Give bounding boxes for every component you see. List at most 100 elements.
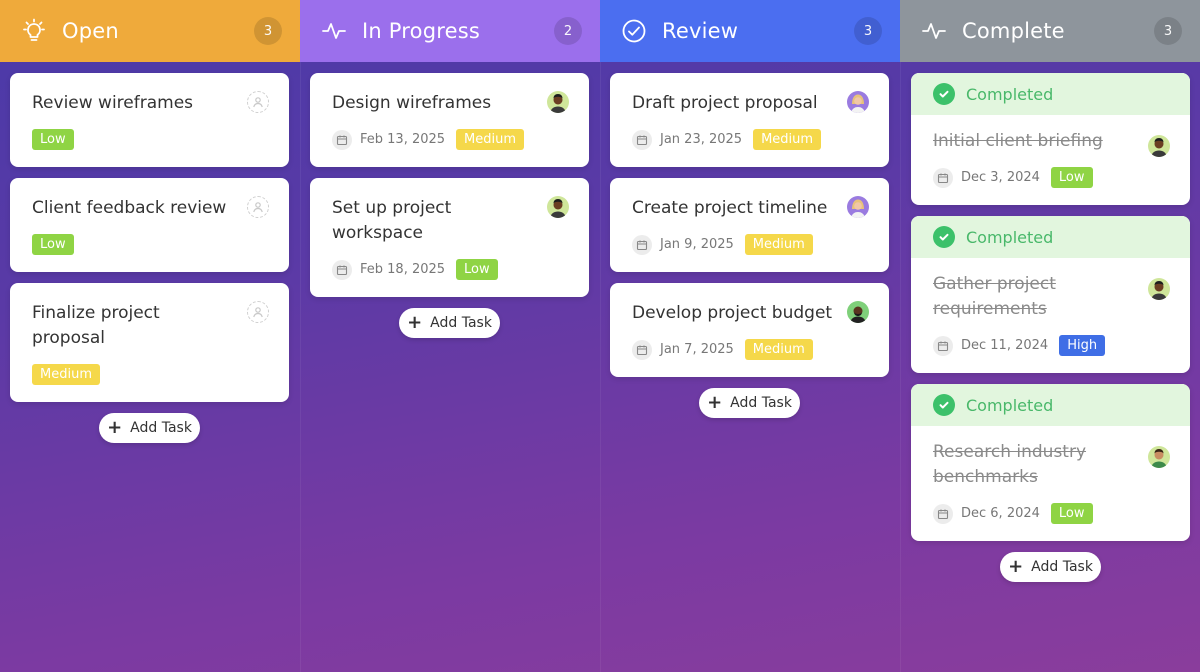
task-title: Finalize project proposal xyxy=(32,303,160,348)
task-card[interactable]: Completed Gather project requirements De… xyxy=(911,216,1190,373)
add-task-button[interactable]: + Add Task xyxy=(1000,552,1101,582)
plus-icon: + xyxy=(707,392,723,413)
column-header-complete[interactable]: Complete 3 xyxy=(900,0,1200,62)
user-avatar[interactable] xyxy=(847,196,869,218)
due-date: Dec 6, 2024 xyxy=(961,506,1040,521)
column-in-progress: In Progress 2 Design wireframes Feb 13, … xyxy=(300,0,600,672)
priority-badge: Low xyxy=(32,234,74,255)
calendar-icon xyxy=(933,503,953,524)
plus-icon: + xyxy=(107,417,123,438)
user-avatar[interactable] xyxy=(847,301,869,323)
unassigned-avatar-icon[interactable] xyxy=(247,91,269,113)
due-date: Feb 18, 2025 xyxy=(360,262,446,277)
plus-icon: + xyxy=(407,312,423,333)
calendar-icon xyxy=(933,335,953,356)
column-count-badge: 2 xyxy=(554,17,582,45)
column-divider xyxy=(900,62,901,672)
column-review: Review 3 Draft project proposal Jan 23, … xyxy=(600,0,900,672)
due-date: Jan 9, 2025 xyxy=(660,237,734,252)
unassigned-avatar-icon[interactable] xyxy=(247,301,269,323)
completed-banner: Completed xyxy=(911,73,1190,115)
task-card[interactable]: Design wireframes Feb 13, 2025 Medium xyxy=(310,73,589,167)
task-title: Develop project budget xyxy=(632,303,833,323)
user-avatar[interactable] xyxy=(1148,278,1170,300)
user-avatar[interactable] xyxy=(847,91,869,113)
add-task-label: Add Task xyxy=(730,395,792,411)
kanban-board: Open 3 Review wireframes Low Client feed… xyxy=(0,0,1200,672)
column-title: Complete xyxy=(962,19,1065,43)
task-card[interactable]: Completed Initial client briefing Dec 3,… xyxy=(911,73,1190,205)
task-card[interactable]: Finalize project proposal Medium xyxy=(10,283,289,402)
priority-badge: Medium xyxy=(456,129,525,150)
column-divider xyxy=(300,62,301,672)
task-title: Create project timeline xyxy=(632,198,828,218)
completed-banner: Completed xyxy=(911,384,1190,426)
task-title: Design wireframes xyxy=(332,93,492,113)
column-title: In Progress xyxy=(362,19,480,43)
priority-badge: Medium xyxy=(744,339,813,360)
add-task-label: Add Task xyxy=(430,315,492,331)
add-task-button[interactable]: + Add Task xyxy=(699,388,800,418)
activity-icon xyxy=(920,17,948,45)
priority-badge: Low xyxy=(1050,167,1093,188)
check-circle-icon xyxy=(933,83,955,105)
task-card[interactable]: Develop project budget Jan 7, 2025 Mediu… xyxy=(610,283,889,377)
task-card[interactable]: Draft project proposal Jan 23, 2025 Medi… xyxy=(610,73,889,167)
column-open: Open 3 Review wireframes Low Client feed… xyxy=(0,0,300,672)
calendar-icon xyxy=(632,234,652,255)
column-title: Open xyxy=(62,19,119,43)
task-title: Gather project requirements xyxy=(933,274,1056,319)
task-card[interactable]: Completed Research industry benchmarks D… xyxy=(911,384,1190,541)
add-task-label: Add Task xyxy=(130,420,192,436)
plus-icon: + xyxy=(1008,556,1024,577)
column-count-badge: 3 xyxy=(254,17,282,45)
task-card[interactable]: Set up project workspace Feb 18, 2025 Lo… xyxy=(310,178,589,297)
task-title: Set up project workspace xyxy=(332,198,452,243)
task-title: Client feedback review xyxy=(32,198,227,218)
priority-badge: Low xyxy=(1050,503,1093,524)
unassigned-avatar-icon[interactable] xyxy=(247,196,269,218)
user-avatar[interactable] xyxy=(1148,135,1170,157)
priority-badge: Low xyxy=(456,259,498,280)
add-task-button[interactable]: + Add Task xyxy=(99,413,200,443)
check-circle-icon xyxy=(933,226,955,248)
priority-badge: Low xyxy=(32,129,74,150)
task-title: Review wireframes xyxy=(32,93,194,113)
task-title: Research industry benchmarks xyxy=(933,442,1087,487)
due-date: Jan 23, 2025 xyxy=(660,132,743,147)
column-header-review[interactable]: Review 3 xyxy=(600,0,900,62)
task-card[interactable]: Review wireframes Low xyxy=(10,73,289,167)
column-complete: Complete 3 Completed Initial client brie… xyxy=(900,0,1200,672)
column-header-open[interactable]: Open 3 xyxy=(0,0,300,62)
user-avatar[interactable] xyxy=(547,196,569,218)
completed-label: Completed xyxy=(966,395,1054,415)
column-divider xyxy=(600,62,601,672)
column-title: Review xyxy=(662,19,739,43)
add-task-label: Add Task xyxy=(1031,559,1093,575)
column-count-badge: 3 xyxy=(1154,17,1182,45)
task-title: Initial client briefing xyxy=(933,131,1103,151)
due-date: Dec 11, 2024 xyxy=(961,338,1049,353)
task-title: Draft project proposal xyxy=(632,93,818,113)
due-date: Feb 13, 2025 xyxy=(360,132,446,147)
column-count-badge: 3 xyxy=(854,17,882,45)
completed-label: Completed xyxy=(966,84,1054,104)
due-date: Dec 3, 2024 xyxy=(961,170,1040,185)
priority-badge: Medium xyxy=(753,129,822,150)
task-card[interactable]: Client feedback review Low xyxy=(10,178,289,272)
check-circle-icon xyxy=(933,394,955,416)
add-task-button[interactable]: + Add Task xyxy=(399,308,500,338)
lightbulb-icon xyxy=(20,17,48,45)
calendar-icon xyxy=(933,167,953,188)
calendar-icon xyxy=(632,129,652,150)
user-avatar[interactable] xyxy=(1148,446,1170,468)
calendar-icon xyxy=(332,259,352,280)
calendar-icon xyxy=(332,129,352,150)
user-avatar[interactable] xyxy=(547,91,569,113)
column-header-in-progress[interactable]: In Progress 2 xyxy=(300,0,600,62)
task-card[interactable]: Create project timeline Jan 9, 2025 Medi… xyxy=(610,178,889,272)
due-date: Jan 7, 2025 xyxy=(660,342,734,357)
activity-icon xyxy=(320,17,348,45)
completed-label: Completed xyxy=(966,227,1054,247)
priority-badge: Medium xyxy=(744,234,813,255)
